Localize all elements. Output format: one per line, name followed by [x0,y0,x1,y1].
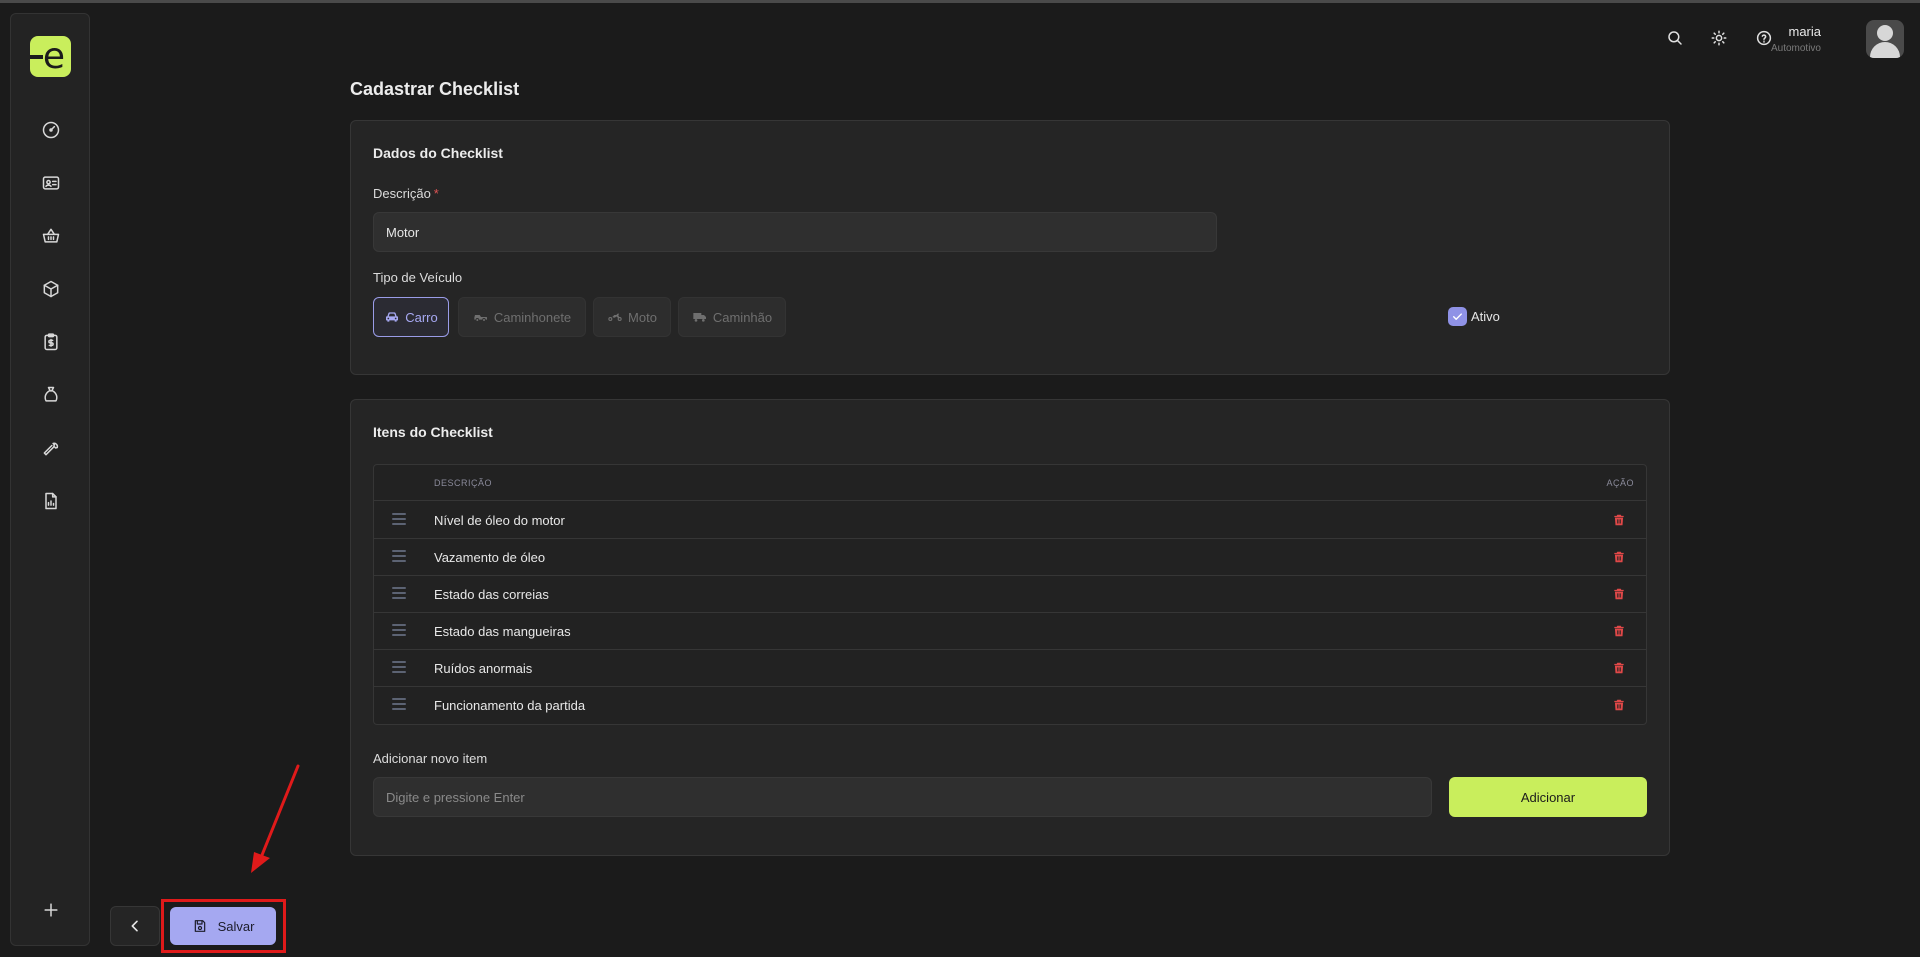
description-input[interactable]: Motor [373,212,1217,252]
table-row: Vazamento de óleo [374,539,1646,576]
trash-icon[interactable] [1612,661,1626,675]
row-description: Funcionamento da partida [434,698,586,713]
drag-handle-icon[interactable] [392,698,406,712]
vehicle-type-pickup-button[interactable]: Caminhonete [458,297,586,337]
required-mark: * [433,186,439,201]
vehicle-type-motorcycle-button[interactable]: Moto [593,297,671,337]
vehicle-type-truck-button[interactable]: Caminhão [678,297,786,337]
checklist-items-card: Itens do Checklist DESCRIÇÃO AÇÃO Nível … [350,399,1670,856]
vehicle-type-label-text: Carro [405,309,438,325]
box-icon[interactable] [39,277,63,301]
vehicle-type-car-button[interactable]: Carro [373,297,449,337]
checklist-data-card: Dados do Checklist Descrição * Motor Tipo… [350,120,1670,375]
new-item-placeholder: Digite e pressione Enter [386,789,525,805]
back-button[interactable] [110,906,160,946]
table-header: DESCRIÇÃO AÇÃO [374,465,1646,501]
column-header-action: AÇÃO [1606,478,1634,488]
clipboard-dollar-icon[interactable] [39,330,63,354]
shopping-basket-icon[interactable] [39,224,63,248]
sun-icon[interactable] [1707,26,1731,50]
add-item-button[interactable]: Adicionar [1449,777,1647,817]
page-title: Cadastrar Checklist [350,79,520,99]
row-description: Estado das correias [434,587,549,602]
wrench-icon[interactable] [39,436,63,460]
items-table: DESCRIÇÃO AÇÃO Nível de óleo do motor Va… [373,464,1647,725]
pickup-truck-icon [474,315,487,321]
id-card-icon[interactable] [39,171,63,195]
truck-icon [693,313,706,322]
table-row: Funcionamento da partida [374,687,1646,724]
drag-handle-icon[interactable] [392,624,406,638]
row-description: Nível de óleo do motor [434,513,565,528]
description-value: Motor [386,224,420,240]
description-label: Descrição * [373,186,439,201]
user-role: Automotivo [1770,43,1821,54]
table-row: Estado das correias [374,576,1646,613]
row-description: Ruídos anormais [434,661,533,676]
sidebar: e [10,13,90,946]
drag-handle-icon[interactable] [392,661,406,675]
avatar-body [1870,42,1900,58]
table-row: Nível de óleo do motor [374,502,1646,539]
money-bag-icon[interactable] [39,383,63,407]
vehicle-type-label-text: Moto [628,309,657,325]
floppy-disk-icon [194,920,205,932]
card-title: Itens do Checklist [373,424,493,440]
drag-handle-icon[interactable] [392,587,406,601]
brand-logo[interactable]: e [30,36,71,77]
card-title: Dados do Checklist [373,145,503,161]
trash-icon[interactable] [1612,698,1626,712]
check-icon [1453,313,1462,320]
save-label: Salvar [217,918,255,934]
avatar-head [1877,25,1893,41]
plus-icon[interactable] [39,898,63,922]
trash-icon[interactable] [1612,550,1626,564]
motorcycle-icon [608,313,622,321]
logo-letter: e [42,36,66,77]
row-description: Vazamento de óleo [434,550,546,565]
column-header-description: DESCRIÇÃO [434,478,493,488]
dashboard-gauge-icon[interactable] [39,118,63,142]
car-icon [386,312,399,322]
user-name[interactable]: maria [1788,24,1821,39]
vehicle-type-label-text: Caminhão [712,309,773,325]
search-icon[interactable] [1663,26,1687,50]
trash-icon[interactable] [1612,513,1626,527]
active-checkbox[interactable]: Ativo [1448,307,1500,326]
description-label-text: Descrição [373,186,431,201]
report-chart-icon[interactable] [39,489,63,513]
trash-icon[interactable] [1612,624,1626,638]
chevron-left-icon [131,920,138,932]
table-row: Ruídos anormais [374,650,1646,687]
checkbox-checked[interactable] [1448,307,1467,326]
add-item-label: Adicionar novo item [373,751,488,766]
drag-handle-icon[interactable] [392,513,406,527]
row-description: Estado das mangueiras [434,624,571,639]
avatar[interactable] [1866,20,1904,58]
save-button[interactable]: Salvar [170,907,276,945]
new-item-input[interactable]: Digite e pressione Enter [373,777,1432,817]
drag-handle-icon[interactable] [392,550,406,564]
table-row: Estado das mangueiras [374,613,1646,650]
trash-icon[interactable] [1612,587,1626,601]
vehicle-type-label: Tipo de Veículo [373,270,463,285]
vehicle-type-label-text: Caminhonete [493,309,572,325]
window-top-border [0,0,1920,3]
annotation-arrow [251,764,300,873]
active-label: Ativo [1471,309,1500,324]
